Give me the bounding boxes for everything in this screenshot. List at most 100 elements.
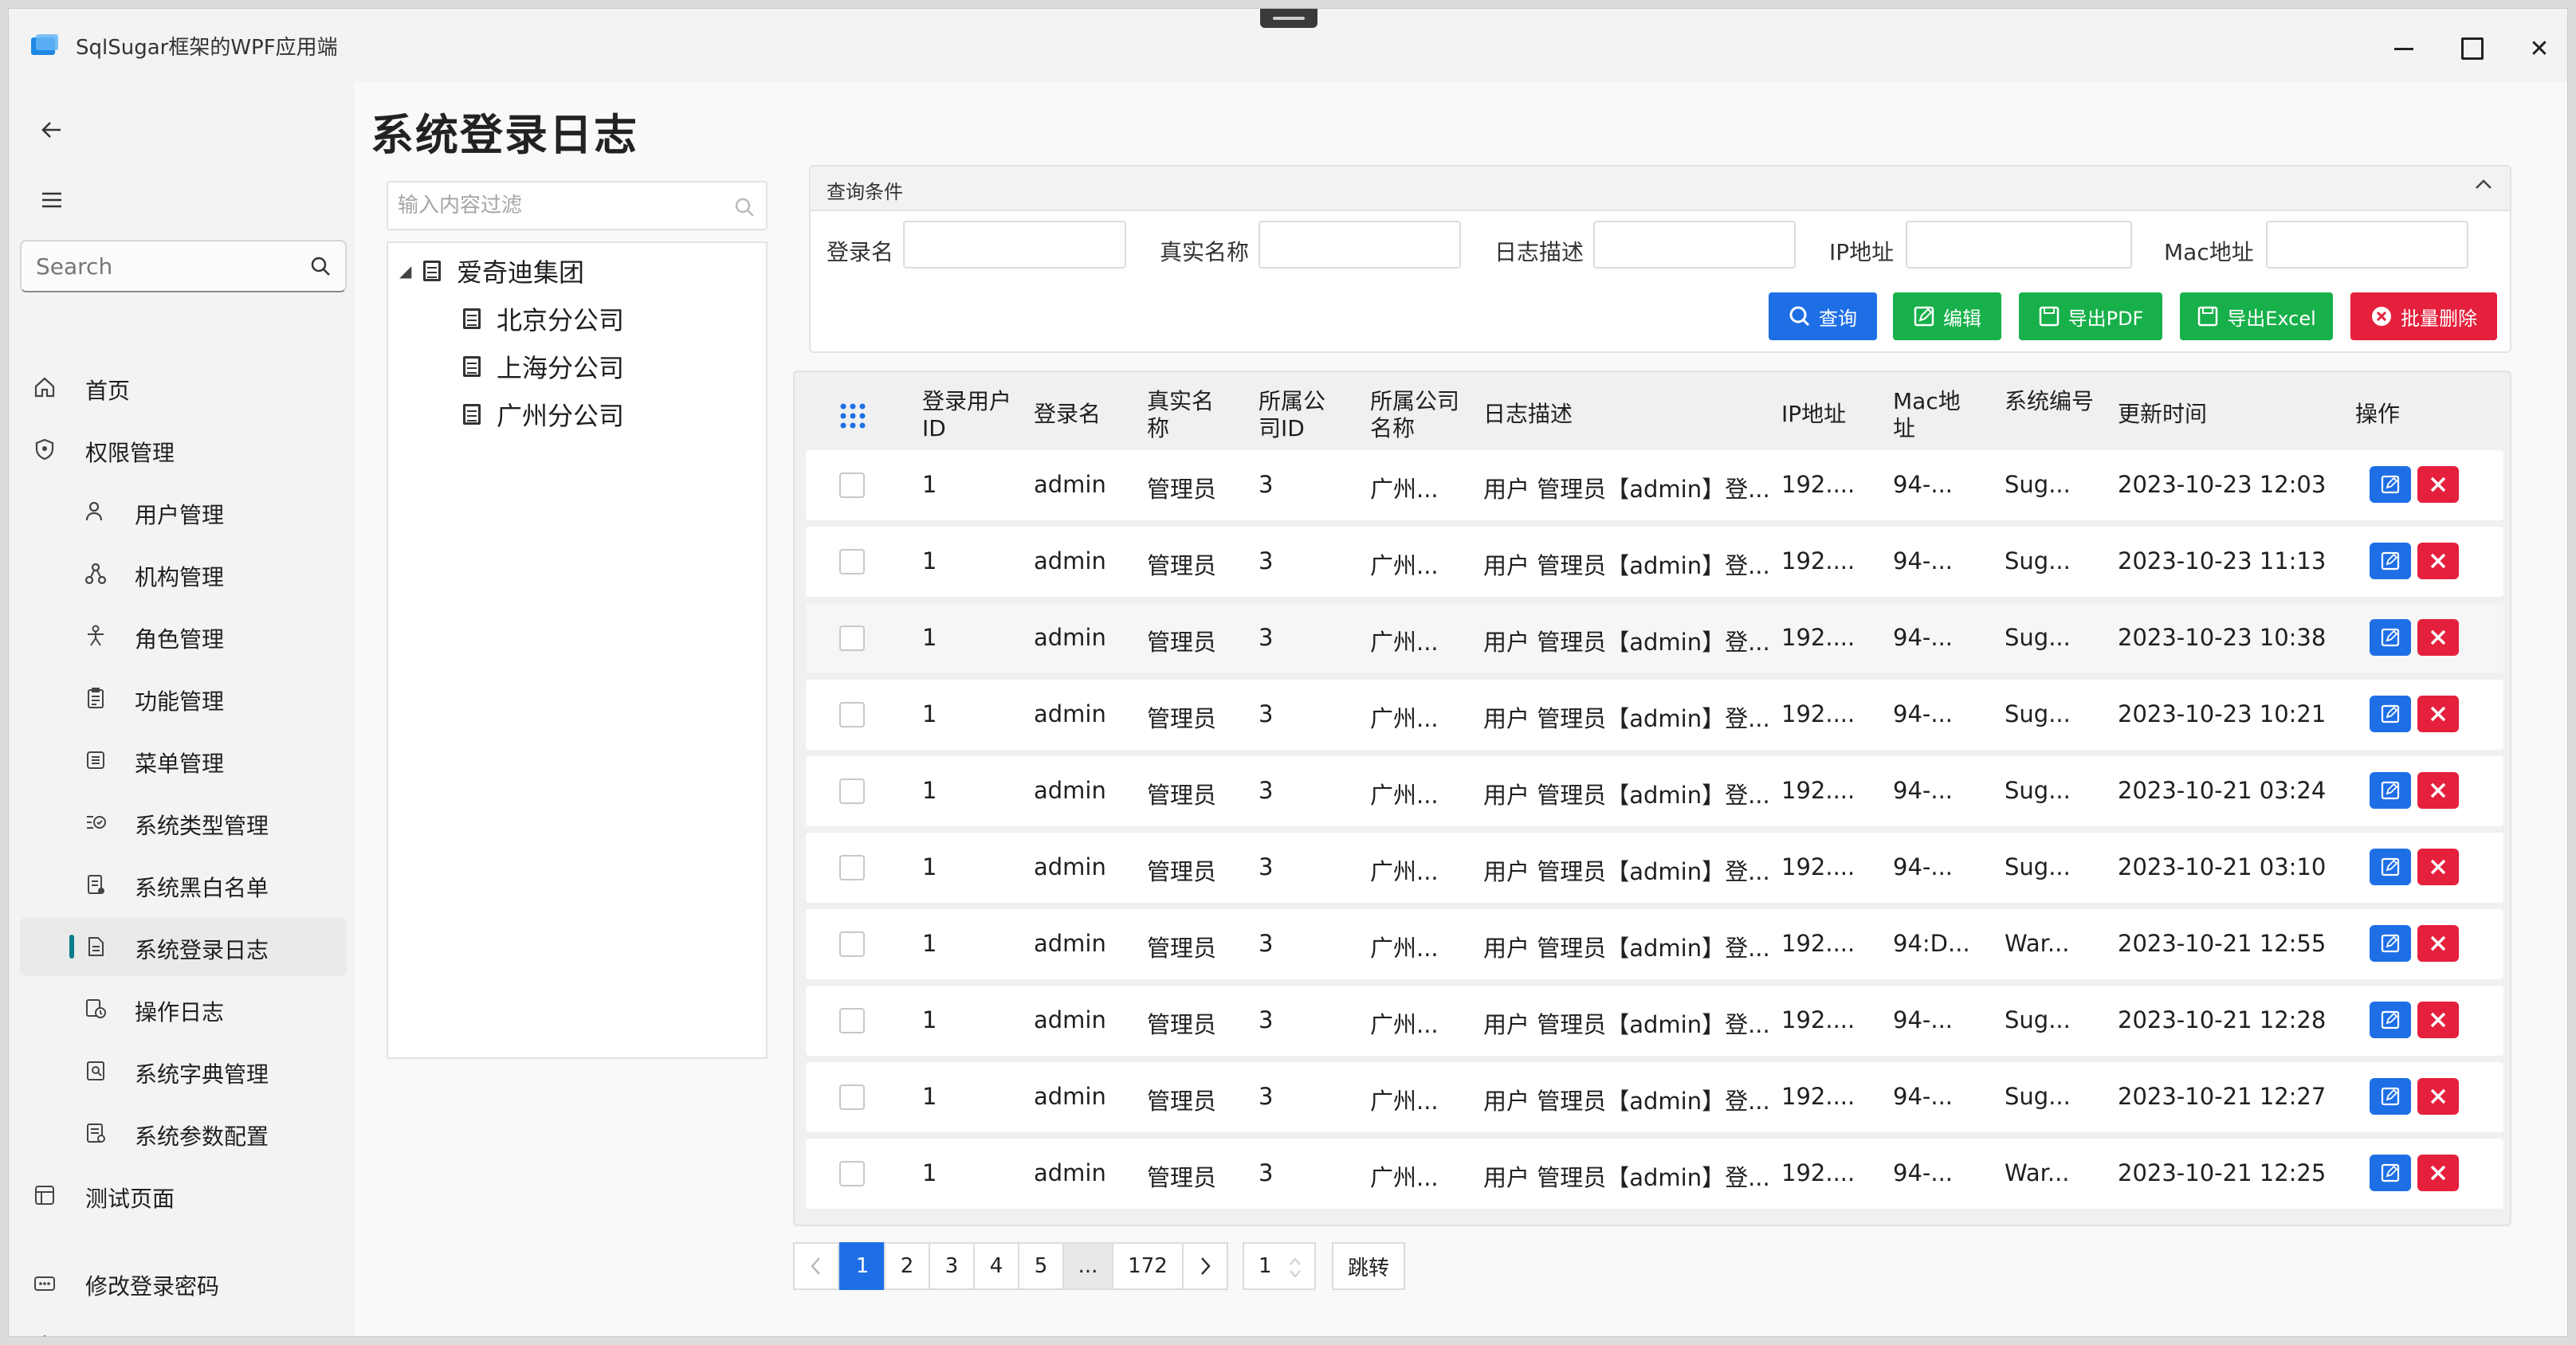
sidebar-item[interactable]: 权限管理 [20,420,347,479]
column-header[interactable]: 所属公司ID [1259,388,1346,442]
back-button[interactable] [28,106,76,154]
row-delete-button[interactable] [2417,1002,2459,1038]
search-icon[interactable] [734,197,755,218]
row-edit-button[interactable] [2370,543,2411,579]
column-grid-icon[interactable] [839,402,866,429]
jump-input[interactable]: 1 [1243,1242,1316,1290]
column-header[interactable]: 系统编号 [2005,388,2100,415]
spinner-arrows-icon[interactable] [1287,1255,1303,1280]
sidebar-item[interactable]: 功能管理 [20,669,347,727]
jump-button[interactable]: 跳转 [1332,1242,1405,1290]
sidebar-item[interactable]: 角色管理 [20,606,347,665]
export-excel-button[interactable]: 导出Excel [2180,292,2333,340]
chevron-up-icon[interactable] [2473,174,2494,195]
sidebar-item[interactable]: 测试页面 [20,1166,347,1225]
batch-delete-button[interactable]: 批量删除 [2350,292,2497,340]
column-header[interactable]: Mac地址 [1893,388,1981,442]
row-checkbox[interactable] [839,625,865,651]
search-button[interactable]: 查询 [1769,292,1877,340]
column-header[interactable]: IP地址 [1781,401,1877,428]
sidebar-item[interactable]: 系统参数配置 [20,1104,347,1163]
row-checkbox[interactable] [839,1008,865,1033]
row-delete-button[interactable] [2417,849,2459,885]
row-checkbox[interactable] [839,549,865,574]
row-checkbox[interactable] [839,473,865,498]
row-delete-button[interactable] [2417,543,2459,579]
column-header[interactable]: 所属公司名称 [1370,388,1466,442]
row-edit-button[interactable] [2370,1002,2411,1038]
sidebar-item[interactable]: 系统字典管理 [20,1041,347,1100]
page-button[interactable]: 1 [839,1242,886,1290]
tree-node-root[interactable]: ◢ 爱奇迪集团 [399,251,584,291]
row-checkbox[interactable] [839,1084,865,1110]
sidebar-item[interactable]: 机构管理 [20,544,347,603]
column-header[interactable]: 更新时间 [2118,401,2349,428]
page-button[interactable]: 2 [884,1242,930,1290]
column-header[interactable]: 日志描述 [1483,401,1754,428]
row-checkbox[interactable] [839,702,865,727]
sidebar-item[interactable]: 操作日志 [20,979,347,1038]
prev-page-button[interactable] [793,1242,839,1290]
tree-node-child[interactable]: 广州分公司 [463,394,624,434]
row-edit-button[interactable] [2370,466,2411,503]
row-delete-button[interactable] [2417,925,2459,962]
table-row[interactable]: 1 admin 管理员 3 广州... 用户 管理员【admin】登... 192.... 9… [806,527,2503,597]
maximize-button[interactable] [2437,26,2508,71]
collapse-triangle-icon[interactable]: ◢ [399,261,423,280]
table-row[interactable]: 1 admin 管理员 3 广州... 用户 管理员【admin】登... 192.... 9… [806,450,2503,520]
log-desc-input[interactable] [1593,221,1796,269]
mac-address-input[interactable] [2266,221,2468,269]
row-delete-button[interactable] [2417,619,2459,656]
column-header[interactable]: 操作 [2355,401,2435,428]
row-edit-button[interactable] [2370,772,2411,809]
table-row[interactable]: 1 admin 管理员 3 广州... 用户 管理员【admin】登... 192.... 9… [806,756,2503,826]
row-delete-button[interactable] [2417,1155,2459,1191]
row-delete-button[interactable] [2417,1078,2459,1115]
row-edit-button[interactable] [2370,619,2411,656]
page-button[interactable]: 3 [929,1242,975,1290]
sidebar-item[interactable]: 修改登录密码 [20,1253,347,1312]
table-row[interactable]: 1 admin 管理员 3 广州... 用户 管理员【admin】登... 192.... 9… [806,1062,2503,1132]
sidebar-item[interactable]: 首页 [20,358,347,417]
sidebar-item[interactable]: 系统类型管理 [20,793,347,852]
export-pdf-button[interactable]: 导出PDF [2019,292,2162,340]
page-button[interactable]: 172 [1112,1242,1184,1290]
row-checkbox[interactable] [839,931,865,957]
ip-address-input[interactable] [1906,221,2132,269]
row-edit-button[interactable] [2370,849,2411,885]
page-button[interactable]: ... [1062,1242,1113,1290]
row-delete-button[interactable] [2417,772,2459,809]
column-header[interactable]: 真实名称 [1147,388,1235,442]
row-edit-button[interactable] [2370,925,2411,962]
sidebar-item[interactable]: 系统黑白名单 [20,855,347,914]
column-header[interactable]: 登录用户ID [922,388,1018,442]
sidebar-search-input[interactable] [22,241,293,291]
table-row[interactable]: 1 admin 管理员 3 广州... 用户 管理员【admin】登... 192.... 9… [806,909,2503,979]
minimize-button[interactable] [2368,26,2440,71]
sidebar-item[interactable]: 菜单管理 [20,731,347,790]
row-checkbox[interactable] [839,778,865,804]
page-button[interactable]: 5 [1018,1242,1064,1290]
tree-filter-input[interactable] [388,182,723,229]
page-button[interactable]: 4 [973,1242,1019,1290]
sidebar-item[interactable]: 系统设置 [20,1316,347,1336]
edit-button[interactable]: 编辑 [1893,292,2001,340]
table-row[interactable]: 1 admin 管理员 3 广州... 用户 管理员【admin】登... 192.... 9… [806,680,2503,750]
column-header[interactable]: 登录名 [1034,401,1129,428]
tree-node-child[interactable]: 上海分公司 [463,347,624,386]
row-delete-button[interactable] [2417,466,2459,503]
tree-node-child[interactable]: 北京分公司 [463,299,624,339]
real-name-input[interactable] [1259,221,1461,269]
query-header[interactable]: 查询条件 [811,167,2510,211]
next-page-button[interactable] [1182,1242,1228,1290]
row-edit-button[interactable] [2370,1155,2411,1191]
table-row[interactable]: 1 admin 管理员 3 广州... 用户 管理员【admin】登... 192.... 9… [806,986,2503,1056]
table-row[interactable]: 1 admin 管理员 3 广州... 用户 管理员【admin】登... 192.... 9… [806,603,2503,673]
row-edit-button[interactable] [2370,696,2411,732]
sidebar-item[interactable]: 用户管理 [20,482,347,541]
sidebar-item[interactable]: 系统登录日志 [20,917,347,976]
close-button[interactable] [2503,26,2567,71]
table-row[interactable]: 1 admin 管理员 3 广州... 用户 管理员【admin】登... 192.... 9… [806,833,2503,903]
row-delete-button[interactable] [2417,696,2459,732]
table-row[interactable]: 1 admin 管理员 3 广州... 用户 管理员【admin】登... 192.... 9… [806,1139,2503,1209]
